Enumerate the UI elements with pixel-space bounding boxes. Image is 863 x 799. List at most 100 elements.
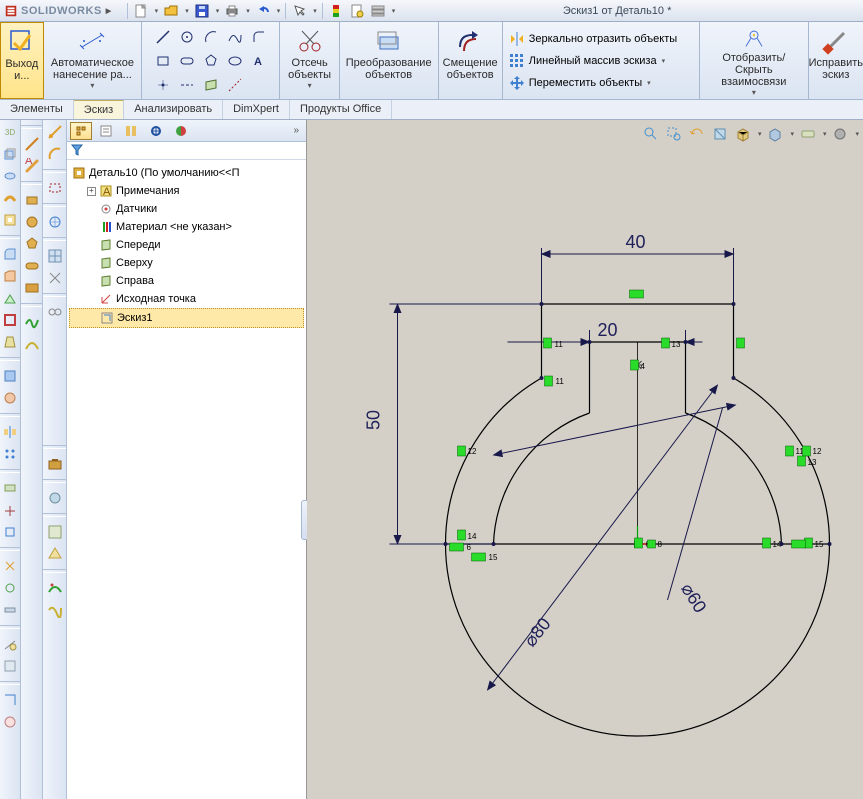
view-btn-2[interactable] [46, 145, 64, 163]
view-btn-6[interactable] [46, 269, 64, 287]
plane-tool[interactable] [200, 74, 222, 96]
sketch-tool-circle[interactable] [23, 213, 41, 231]
dim-d60[interactable]: ⌀60 [677, 580, 710, 617]
vbtn-fillet[interactable] [1, 245, 19, 263]
tab-dimxpert-manager[interactable] [145, 122, 167, 140]
exit-sketch-button[interactable]: Выход и... [0, 22, 44, 99]
vbtn-p2[interactable] [1, 501, 19, 519]
polygon-tool[interactable] [200, 50, 222, 72]
graphics-area[interactable]: ▾ ▾ ▾ ▾ [307, 120, 863, 799]
repair-sketch-button[interactable]: Исправить эскиз [809, 22, 863, 99]
circle-tool[interactable] [176, 26, 198, 48]
rebuild-button[interactable] [328, 3, 344, 19]
tree-material[interactable]: Материал <не указан> [69, 218, 304, 236]
tab-display-manager[interactable] [170, 122, 192, 140]
tab-evaluate[interactable]: Анализировать [124, 100, 223, 119]
tab-sketch[interactable]: Эскиз [74, 100, 124, 119]
vbtn-geo2[interactable] [1, 389, 19, 407]
vbtn-geo1[interactable] [1, 367, 19, 385]
vbtn-pattern[interactable] [1, 445, 19, 463]
vbtn-shell[interactable] [1, 311, 19, 329]
undo-button[interactable] [255, 3, 271, 19]
open-button[interactable] [163, 3, 179, 19]
print-button[interactable] [224, 3, 240, 19]
fillet-tool[interactable] [248, 26, 270, 48]
slot-tool[interactable] [176, 50, 198, 72]
vbtn-sweep[interactable] [1, 189, 19, 207]
vbtn-p3[interactable] [1, 523, 19, 541]
construction-tool[interactable] [224, 74, 246, 96]
trim-button[interactable]: Отсечь объекты ▾ [280, 22, 339, 99]
filter-bar[interactable] [67, 142, 306, 160]
display-relations-button[interactable]: Отобразить/Скрыть взаимосвязи ▾ [700, 22, 809, 99]
vbtn-c1[interactable] [1, 691, 19, 709]
point-tool[interactable] [152, 74, 174, 96]
centerline-tool[interactable] [176, 74, 198, 96]
view-btn-q1[interactable] [46, 523, 64, 541]
vbtn-m1[interactable] [1, 635, 19, 653]
vbtn-r1[interactable] [1, 557, 19, 575]
tab-dimxpert[interactable]: DimXpert [223, 100, 290, 119]
dim-50[interactable]: 50 [364, 410, 384, 430]
sketch-tool-a[interactable]: A [23, 157, 41, 175]
tree-sketch1[interactable]: Эскиз1 [69, 308, 304, 328]
sketch-tool-spline2[interactable] [23, 313, 41, 331]
view-btn-5[interactable] [46, 247, 64, 265]
linear-pattern-button[interactable]: Линейный массив эскиза▾ [509, 50, 665, 72]
view-btn-3[interactable] [46, 179, 64, 197]
mirror-button[interactable]: Зеркально отразить объекты [509, 28, 677, 50]
view-btn-curve2[interactable] [46, 579, 64, 597]
view-btn-curve3[interactable] [46, 601, 64, 619]
vbtn-revolve[interactable] [1, 167, 19, 185]
line-tool[interactable] [152, 26, 174, 48]
move-entities-button[interactable]: Переместить объекты▾ [509, 72, 651, 94]
sketch-tool-poly[interactable] [23, 235, 41, 253]
ellipse-tool[interactable] [224, 50, 246, 72]
sketch-tool-rect[interactable] [23, 191, 41, 209]
view-btn-toolbox[interactable] [46, 455, 64, 473]
dim-40[interactable]: 40 [626, 232, 646, 252]
view-btn-1[interactable] [46, 123, 64, 141]
tree-root[interactable]: Деталь10 (По умолчанию<<П [69, 164, 304, 182]
new-button[interactable] [133, 3, 149, 19]
vbtn-mirror[interactable] [1, 423, 19, 441]
text-tool[interactable]: A [248, 50, 270, 72]
vbtn-m2[interactable] [1, 657, 19, 675]
tab-configuration[interactable] [120, 122, 142, 140]
arc-tool[interactable] [200, 26, 222, 48]
dim-d80[interactable]: ⌀80 [520, 614, 555, 651]
tab-features[interactable]: Элементы [0, 100, 74, 119]
tree-sensors[interactable]: Датчики [69, 200, 304, 218]
options-button[interactable] [370, 3, 386, 19]
rectangle-tool[interactable] [152, 50, 174, 72]
vbtn-draft[interactable] [1, 333, 19, 351]
smart-dimension-button[interactable]: Автоматическое нанесение ра... ▾ [44, 22, 143, 99]
vbtn-3d[interactable]: 3D [1, 123, 19, 141]
sketch-tool-line[interactable] [23, 135, 41, 153]
panel-collapse-button[interactable]: » [289, 125, 303, 136]
offset-entities-button[interactable]: Смещение объектов [439, 22, 503, 99]
save-button[interactable] [194, 3, 210, 19]
sketch-tool-slab[interactable] [23, 279, 41, 297]
dim-20[interactable]: 20 [598, 320, 618, 340]
tree-plane-front[interactable]: Спереди [69, 236, 304, 254]
file-properties-button[interactable] [349, 3, 365, 19]
tree-annotations[interactable]: + A Примечания [69, 182, 304, 200]
tree-plane-top[interactable]: Сверху [69, 254, 304, 272]
convert-entities-button[interactable]: Преобразование объектов [340, 22, 439, 99]
view-btn-7[interactable] [46, 303, 64, 321]
tree-plane-right[interactable]: Справа [69, 272, 304, 290]
view-btn-q2[interactable] [46, 545, 64, 563]
tab-office[interactable]: Продукты Office [290, 100, 392, 119]
sketch-tool-slot[interactable] [23, 257, 41, 275]
vbtn-p1[interactable] [1, 479, 19, 497]
vbtn-c2[interactable] [1, 713, 19, 731]
tree-origin[interactable]: Исходная точка [69, 290, 304, 308]
vbtn-extrude[interactable] [1, 145, 19, 163]
vbtn-rib[interactable] [1, 289, 19, 307]
view-btn-4[interactable] [46, 213, 64, 231]
view-btn-material[interactable] [46, 489, 64, 507]
logo-dropdown[interactable]: ▶ [106, 7, 112, 15]
tab-property-manager[interactable] [95, 122, 117, 140]
tab-feature-tree[interactable] [70, 122, 92, 140]
